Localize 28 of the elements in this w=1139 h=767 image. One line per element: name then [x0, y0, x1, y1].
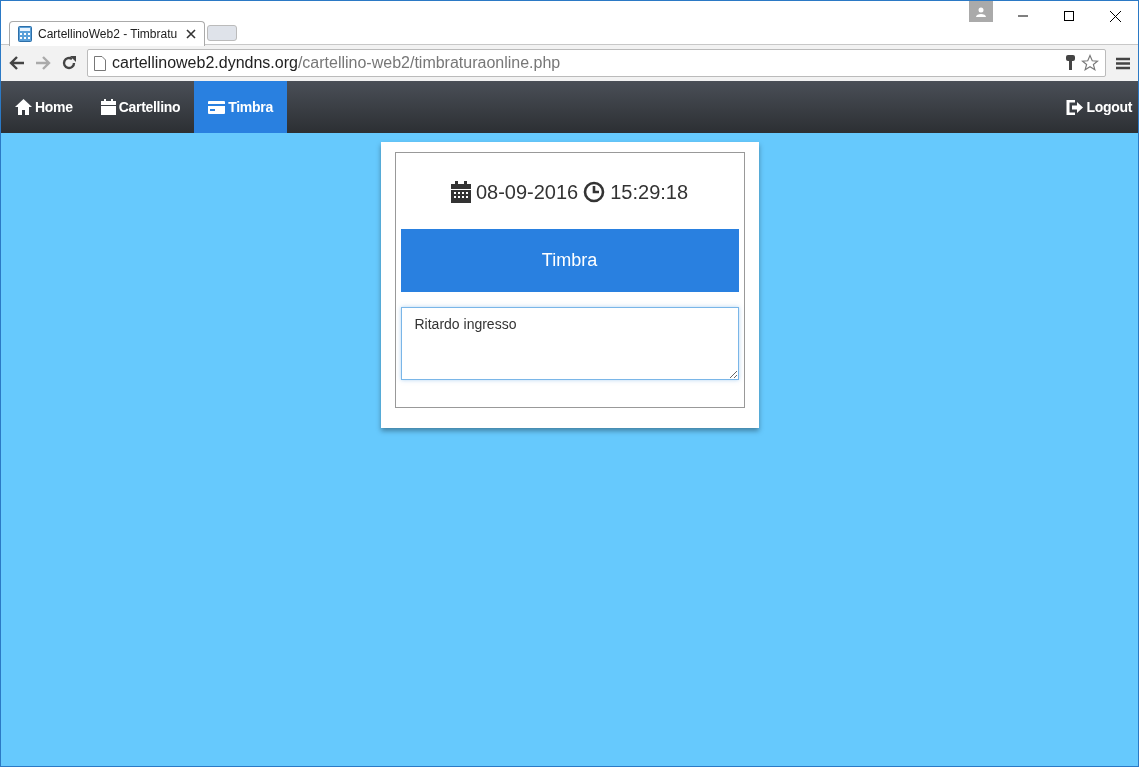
close-icon[interactable] — [1109, 10, 1121, 22]
clock-icon — [583, 181, 606, 203]
tab-title: CartellinoWeb2 - Timbratu — [38, 26, 178, 43]
time-text: 15:29:18 — [610, 180, 689, 205]
logout-icon — [1066, 99, 1084, 115]
back-icon[interactable] — [9, 56, 25, 70]
calculator-icon — [18, 26, 32, 42]
page-icon — [94, 55, 106, 71]
calendar-icon — [100, 99, 116, 115]
date-text: 08-09-2016 — [475, 180, 579, 205]
menu-icon[interactable] — [1116, 56, 1130, 70]
browser-tab[interactable]: CartellinoWeb2 - Timbratu — [9, 21, 205, 46]
url-text: cartellinoweb2.dyndns.org/cartellino-web2/timbraturaonline.php — [112, 53, 561, 73]
nav-tab[interactable]: Cartellino — [86, 81, 195, 133]
star-icon[interactable] — [1081, 54, 1099, 72]
nav-tab[interactable]: Home — [1, 81, 87, 133]
note-field[interactable]: Ritardo ingresso — [400, 307, 739, 380]
key-icon[interactable] — [1066, 55, 1075, 71]
home-icon — [15, 99, 32, 115]
timbra-button[interactable]: Timbra — [400, 229, 739, 292]
nav-tab[interactable]: Timbra — [194, 81, 287, 133]
address-bar[interactable]: cartellinoweb2.dyndns.org/cartellino-web2/timbraturaonline.php — [87, 49, 1106, 77]
maximize-icon[interactable] — [1064, 11, 1074, 21]
reload-icon[interactable] — [61, 55, 77, 71]
close-icon[interactable] — [186, 29, 196, 39]
card-icon — [208, 100, 226, 114]
calendar-icon — [450, 181, 471, 203]
logout-link[interactable]: Logout — [1052, 81, 1138, 133]
